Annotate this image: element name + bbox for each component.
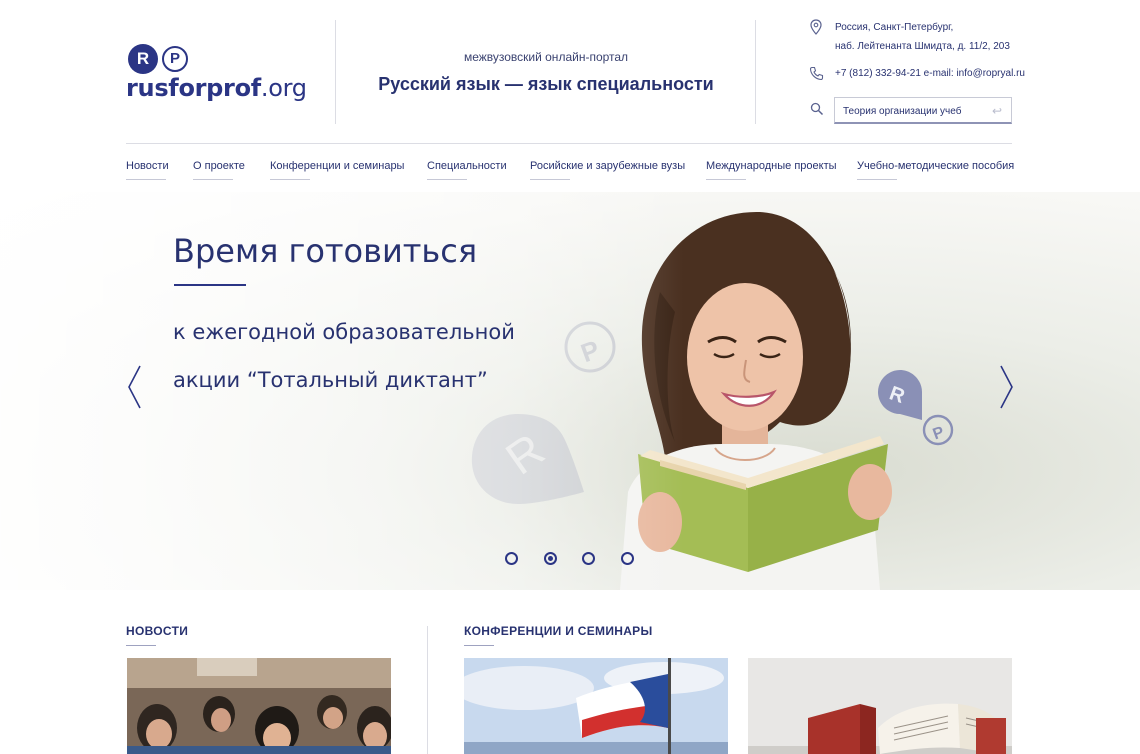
hero-text-line-2: акции “Тотальный диктант”: [173, 368, 488, 392]
logo-name: rusforprof: [126, 74, 261, 102]
logo-badge-r: R: [128, 44, 158, 74]
news-card-image[interactable]: [127, 658, 391, 754]
nav-item-label: Учебно-методические пособия: [857, 160, 1015, 172]
nav-underline: [270, 179, 310, 180]
slider-dots: [0, 552, 1140, 566]
nav-item-international[interactable]: Международные проекты: [706, 160, 837, 180]
slider-next-arrow-icon[interactable]: [996, 364, 1016, 410]
logo-wordmark: rusforprof.org: [126, 74, 307, 102]
search-input[interactable]: [843, 103, 983, 119]
search-icon[interactable]: [810, 102, 824, 116]
portal-subtitle: межвузовский онлайн-портал: [463, 50, 629, 64]
audience-photo: [127, 658, 391, 754]
hero-title-rule: [174, 284, 246, 286]
nav-item-about[interactable]: О проекте: [193, 160, 245, 180]
sections-divider: [427, 626, 428, 754]
news-section-rule: [126, 645, 156, 646]
czech-flag-photo: [464, 658, 728, 754]
nav-underline: [427, 179, 467, 180]
nav-item-specialties[interactable]: Специальности: [427, 160, 507, 180]
site-logo[interactable]: R P rusforprof.org: [126, 44, 307, 104]
nav-underline: [193, 179, 233, 180]
portal-title: Русский язык — язык специальности: [378, 74, 714, 94]
search-field[interactable]: ↩: [834, 97, 1012, 124]
address-line-1: Россия, Санкт-Петербург,: [835, 22, 954, 33]
phone-icon: [809, 66, 824, 81]
contact-phone-email[interactable]: +7 (812) 332-94-21 e-mail: info@ropryal.…: [835, 68, 1025, 79]
location-pin-icon: [810, 19, 822, 35]
logo-tld: .org: [260, 74, 307, 102]
slider-dot-1[interactable]: [505, 552, 518, 565]
hero-text-line-1: к ежегодной образовательной: [173, 320, 515, 344]
header-divider-left: [335, 20, 336, 124]
news-section-title[interactable]: НОВОСТИ: [126, 624, 188, 638]
nav-item-label: Конференции и семинары: [270, 160, 405, 172]
slider-dot-2-active[interactable]: [544, 552, 557, 565]
nav-underline: [857, 179, 897, 180]
nav-underline: [126, 179, 166, 180]
conference-card-image-1[interactable]: [464, 658, 728, 754]
nav-item-label: Международные проекты: [706, 160, 837, 172]
conferences-section-title[interactable]: КОНФЕРЕНЦИИ И СЕМИНАРЫ: [464, 624, 653, 638]
slider-dot-3[interactable]: [582, 552, 595, 565]
hero-overlay: [0, 192, 1140, 590]
books-photo: [748, 658, 1012, 754]
header-divider-right: [755, 20, 756, 124]
conferences-section-rule: [464, 645, 494, 646]
nav-item-label: О проекте: [193, 160, 245, 172]
slider-dot-4[interactable]: [621, 552, 634, 565]
nav-item-label: Росийские и зарубежные вузы: [530, 160, 686, 172]
nav-item-manuals[interactable]: Учебно-методические пособия: [857, 160, 1014, 180]
logo-badge-p: P: [162, 46, 188, 72]
enter-icon[interactable]: ↩: [989, 104, 1005, 118]
site-header: R P rusforprof.org межвузовский онлайн-п…: [0, 0, 1140, 144]
nav-item-news[interactable]: Новости: [126, 160, 169, 180]
nav-item-conferences[interactable]: Конференции и семинары: [270, 160, 404, 180]
nav-item-label: Новости: [126, 160, 169, 172]
main-nav: Новости О проекте Конференции и семинары…: [0, 160, 1140, 190]
nav-underline: [530, 179, 570, 180]
header-bottom-rule: [126, 143, 1012, 144]
slider-prev-arrow-icon[interactable]: [125, 364, 145, 410]
hero-slider: R P R P: [0, 192, 1140, 590]
address-line-2: наб. Лейтенанта Шмидта, д. 11/2, 203: [835, 41, 1010, 52]
hero-title: Время готовиться: [173, 232, 478, 270]
nav-item-label: Специальности: [427, 160, 507, 172]
logo-badges: R P: [128, 44, 198, 74]
conference-card-image-2[interactable]: [748, 658, 1012, 754]
nav-underline: [706, 179, 746, 180]
nav-item-universities[interactable]: Росийские и зарубежные вузы: [530, 160, 685, 180]
